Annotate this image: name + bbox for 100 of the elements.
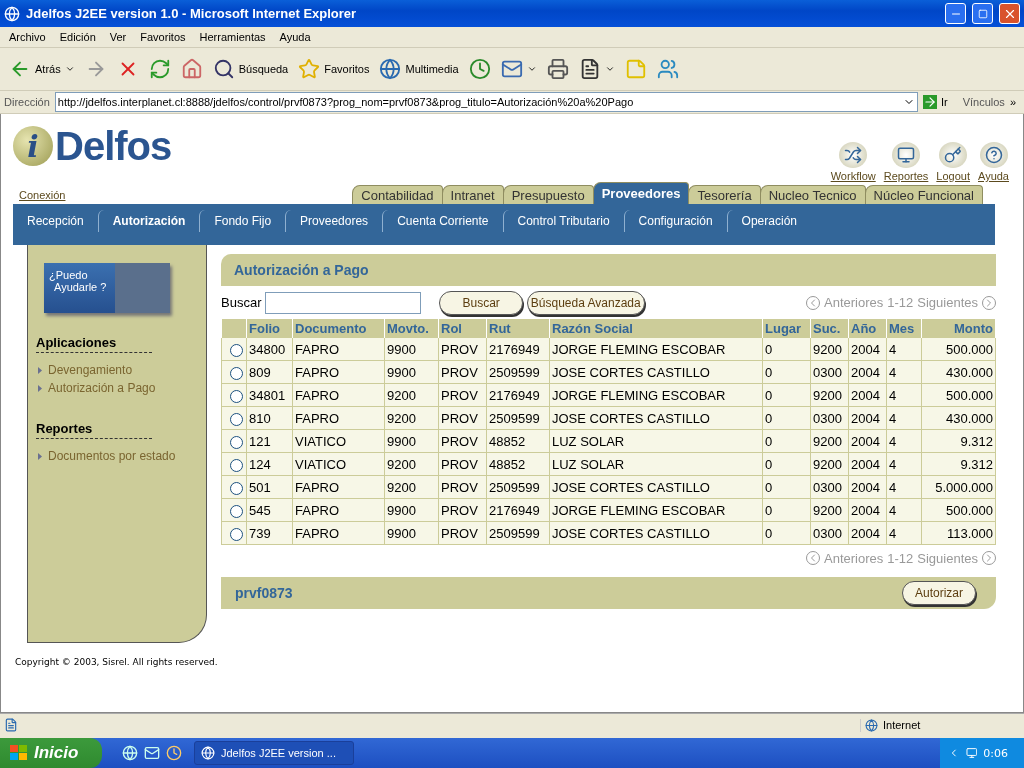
header-link[interactable]: Logout <box>936 142 970 182</box>
module-tab[interactable]: Núcleo Funcional <box>864 185 983 204</box>
refresh-icon <box>148 58 171 80</box>
radio-button[interactable] <box>230 366 243 380</box>
subnav-tab[interactable]: Autorización <box>97 210 200 232</box>
caret-icon <box>526 64 537 74</box>
people-icon <box>656 58 679 80</box>
subnav-tab[interactable]: Configuración <box>623 210 727 232</box>
table-cell: 4 <box>886 337 922 361</box>
start-button[interactable]: Inicio <box>0 738 102 768</box>
table-cell: JOSE CORTES CASTILLO <box>549 406 763 430</box>
table-cell: 2004 <box>848 337 887 361</box>
sidebar-link[interactable]: Documentos por estado <box>38 449 206 463</box>
maximize-button[interactable] <box>972 3 993 24</box>
menu-item[interactable]: Favoritos <box>133 31 193 43</box>
column-header: Monto <box>921 319 996 338</box>
maximize-icon <box>977 8 988 19</box>
toolbar-button[interactable]: Búsqueda <box>209 56 292 82</box>
column-header: Documento <box>292 319 385 338</box>
browser-icon[interactable] <box>122 745 138 761</box>
more-button[interactable]: » <box>1009 96 1020 108</box>
radio-button[interactable] <box>230 504 243 518</box>
sidebar-link[interactable]: Devengamiento <box>38 363 206 377</box>
menu-item[interactable]: Ayuda <box>272 31 318 43</box>
menu-item[interactable]: Edición <box>52 31 103 43</box>
bullet-icon <box>38 366 42 374</box>
module-tab[interactable]: Presupuesto <box>502 185 594 204</box>
column-header: Suc. <box>810 319 849 338</box>
sidebar-link[interactable]: Autorización a Pago <box>38 381 206 395</box>
search-label: Buscar <box>221 295 262 310</box>
menu-item[interactable]: Ver <box>102 31 134 43</box>
toolbar-button[interactable]: Favoritos <box>295 56 373 82</box>
table-cell: PROV <box>438 337 487 361</box>
close-button[interactable] <box>999 3 1020 24</box>
address-field[interactable]: http://jdelfos.interplanet.cl:8888/jdelfos/control/prvf0873?prog_nom=prvf0873&prog_titulo=Autorización%20a%20Pago <box>54 92 918 112</box>
menu-item[interactable]: Archivo <box>2 31 53 43</box>
menu-item[interactable]: Herramientas <box>192 31 273 43</box>
bullet-icon <box>38 452 42 460</box>
table-cell: LUZ SOLAR <box>549 452 763 476</box>
module-tab[interactable]: Tesorería <box>688 185 761 204</box>
header-link[interactable]: Reportes <box>883 142 929 182</box>
subnav-tab[interactable]: Proveedores <box>285 210 383 232</box>
help-banner[interactable]: ¿Puedo Ayudarle ? <box>44 263 170 313</box>
toolbar-button[interactable]: Multimedia <box>376 56 462 82</box>
radio-button[interactable] <box>230 343 243 357</box>
table-cell: FAPRO <box>292 337 385 361</box>
browser-icon <box>4 5 20 22</box>
column-header: Razón Social <box>549 319 763 338</box>
radio-button[interactable] <box>230 527 243 541</box>
logo: i Delfos <box>13 124 172 168</box>
module-tab[interactable]: Contabilidad <box>352 185 443 204</box>
go-button[interactable]: Ir <box>922 95 958 109</box>
globe-icon <box>379 58 402 80</box>
subnav-tab[interactable]: Recepción <box>13 210 98 232</box>
printer-icon <box>546 58 569 80</box>
column-header: Año <box>848 319 887 338</box>
radio-button[interactable] <box>230 458 243 472</box>
search-button[interactable]: Buscar <box>439 290 523 315</box>
links-label[interactable]: Vínculos <box>962 96 1005 108</box>
table-cell: JORGE FLEMING ESCOBAR <box>549 498 763 522</box>
column-header: Lugar <box>762 319 811 338</box>
taskbar-button[interactable]: Jdelfos J2EE version ... <box>194 741 354 765</box>
authorize-button[interactable]: Autorizar <box>901 581 976 605</box>
mail-icon[interactable] <box>144 745 160 761</box>
page-range: 1-12 <box>887 295 914 310</box>
module-tab[interactable]: Nucleo Tecnico <box>759 185 866 204</box>
table-cell: JOSE CORTES CASTILLO <box>549 521 763 545</box>
subnav-tab[interactable]: Cuenta Corriente <box>382 210 503 232</box>
table-cell: 500.000 <box>921 337 996 361</box>
column-header: Rut <box>486 319 550 338</box>
table-cell: JOSE CORTES CASTILLO <box>549 360 763 384</box>
subnav-tab[interactable]: Fondo Fijo <box>199 210 286 232</box>
photo-placeholder <box>115 263 170 313</box>
subnav-tab[interactable]: Control Tributario <box>502 210 624 232</box>
table-cell: JORGE FLEMING ESCOBAR <box>549 383 763 407</box>
advanced-search-button[interactable]: Búsqueda Avanzada <box>526 290 645 315</box>
radio-button[interactable] <box>230 389 243 403</box>
caret-icon <box>604 64 615 74</box>
subnav-tab[interactable]: Operación <box>726 210 811 232</box>
toolbar-button[interactable]: Atrás <box>6 56 78 82</box>
radio-button[interactable] <box>230 481 243 495</box>
clock-icon <box>468 58 491 80</box>
header-link[interactable]: Ayuda <box>978 142 1009 182</box>
table-cell: 34800 <box>246 337 293 361</box>
key-icon <box>939 142 968 168</box>
module-tab[interactable]: Intranet <box>441 185 504 204</box>
header-link[interactable]: Workflow <box>830 142 876 182</box>
table-cell: LUZ SOLAR <box>549 429 763 453</box>
clock: 0:06 <box>983 746 1009 760</box>
help-icon <box>979 142 1008 168</box>
connection-link[interactable]: Conexión <box>19 189 66 204</box>
column-header: Folio <box>246 319 293 338</box>
page-icon <box>4 718 18 732</box>
column-header: Movto. <box>384 319 439 338</box>
search-field[interactable] <box>265 291 422 314</box>
radio-button[interactable] <box>230 435 243 449</box>
minimize-button[interactable] <box>945 3 966 24</box>
module-tab[interactable]: Proveedores <box>592 182 690 204</box>
radio-button[interactable] <box>230 412 243 426</box>
table-cell: 9200 <box>810 337 849 361</box>
